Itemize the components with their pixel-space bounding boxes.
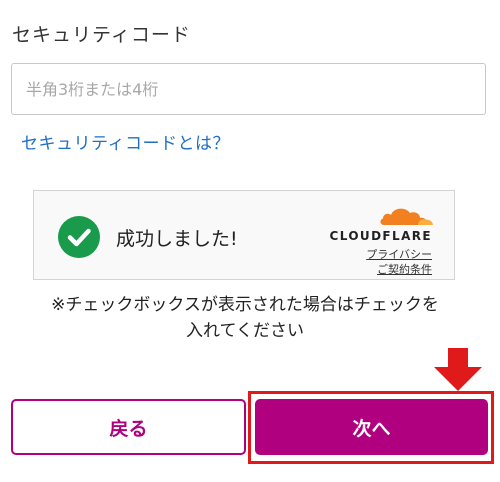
captcha-widget[interactable]: 成功しました! CLOUDFLARE プライバシー ご契約条件 [33,190,455,280]
security-code-help-link[interactable]: セキュリティコードとは？ [21,129,230,154]
back-button[interactable]: 戻る [11,399,246,455]
captcha-status-text: 成功しました! [116,228,238,250]
security-code-field[interactable] [11,63,486,115]
checkbox-notice: ※チェックボックスが表示された場合はチェックを 入れてください [0,292,490,344]
notice-line-2: 入れてください [186,321,304,341]
security-code-input[interactable] [12,64,485,114]
privacy-link[interactable]: プライバシー [366,246,432,262]
pointer-arrow-icon [432,348,484,396]
highlight-frame [248,391,494,464]
security-code-label: セキュリティコード [12,24,191,46]
terms-link[interactable]: ご契約条件 [377,261,432,277]
notice-line-1: ※チェックボックスが表示された場合はチェックを [51,295,439,315]
success-check-icon [58,216,100,258]
cloudflare-logo-icon [378,203,434,231]
cloudflare-wordmark: CLOUDFLARE [329,229,432,243]
